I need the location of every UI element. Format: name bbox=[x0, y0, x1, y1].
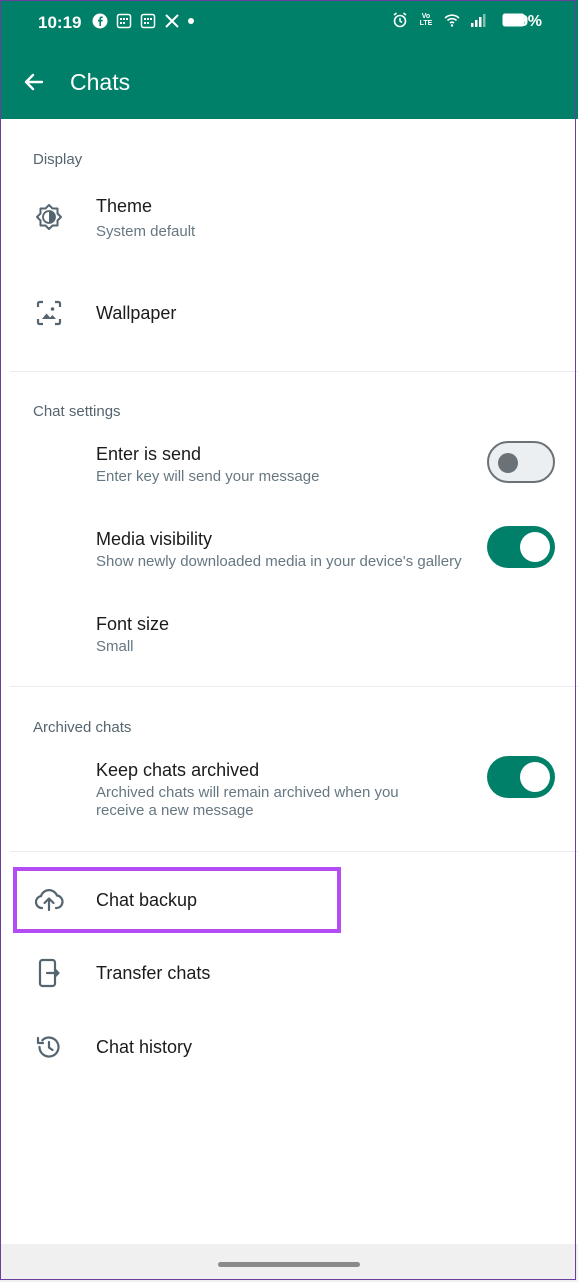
facebook-icon bbox=[92, 13, 108, 29]
x-logo-icon bbox=[165, 14, 179, 28]
battery-percent: 98% bbox=[510, 13, 543, 30]
wallpaper-icon bbox=[34, 298, 64, 328]
back-button[interactable] bbox=[18, 66, 50, 98]
home-indicator[interactable] bbox=[218, 1262, 360, 1267]
setting-font-size[interactable]: Font size Small bbox=[0, 602, 578, 666]
calendar-icon bbox=[140, 13, 156, 29]
setting-transfer-chats[interactable]: Transfer chats bbox=[0, 945, 578, 1001]
setting-chat-history[interactable]: Chat history bbox=[0, 1019, 578, 1075]
setting-subtitle: Show newly downloaded media in your devi… bbox=[96, 553, 462, 570]
enter-is-send-toggle[interactable] bbox=[487, 441, 555, 483]
setting-theme[interactable]: Theme System default bbox=[0, 185, 578, 255]
setting-title: Transfer chats bbox=[96, 963, 211, 983]
setting-enter-is-send[interactable]: Enter is send Enter key will send your m… bbox=[0, 432, 578, 496]
setting-title: Font size bbox=[96, 614, 170, 634]
status-bar: 10:19 Vo LTE 98% bbox=[0, 0, 578, 46]
page-title: Chats bbox=[70, 69, 131, 95]
setting-subtitle: System default bbox=[96, 223, 196, 240]
transfer-phone-icon bbox=[34, 958, 64, 988]
setting-wallpaper[interactable]: Wallpaper bbox=[0, 280, 578, 346]
setting-title: Theme bbox=[96, 196, 153, 216]
highlight-box bbox=[13, 867, 341, 933]
section-label-chat-settings: Chat settings bbox=[33, 403, 121, 420]
dot-icon bbox=[188, 18, 194, 24]
toggle-knob bbox=[520, 532, 550, 562]
setting-subtitle-line2: receive a new message bbox=[96, 802, 254, 819]
section-divider bbox=[10, 371, 578, 372]
setting-subtitle: Enter key will send your message bbox=[96, 468, 320, 485]
history-icon bbox=[34, 1032, 64, 1062]
toggle-knob bbox=[498, 453, 518, 473]
wifi-icon bbox=[444, 14, 460, 27]
media-visibility-toggle[interactable] bbox=[487, 526, 555, 568]
setting-title: Enter is send bbox=[96, 444, 202, 464]
alarm-icon bbox=[393, 12, 407, 28]
setting-title: Keep chats archived bbox=[96, 760, 260, 780]
volte-badge: Vo LTE bbox=[419, 13, 433, 27]
section-label-display: Display bbox=[33, 151, 83, 168]
setting-media-visibility[interactable]: Media visibility Show newly downloaded m… bbox=[0, 517, 578, 581]
section-divider bbox=[10, 686, 578, 687]
setting-subtitle-line1: Archived chats will remain archived when… bbox=[96, 784, 399, 801]
status-time: 10:19 bbox=[38, 13, 82, 32]
app-bar: 10:19 Vo LTE 98% Chats bbox=[0, 0, 578, 119]
toggle-knob bbox=[520, 762, 550, 792]
setting-title: Wallpaper bbox=[96, 303, 177, 323]
setting-title: Media visibility bbox=[96, 529, 213, 549]
notification-icons bbox=[92, 13, 194, 29]
signal-icon bbox=[471, 14, 486, 27]
section-divider bbox=[10, 851, 578, 852]
theme-icon bbox=[34, 202, 64, 232]
section-label-archived-chats: Archived chats bbox=[33, 719, 132, 736]
calendar-icon bbox=[116, 13, 132, 29]
system-icons: Vo LTE bbox=[392, 12, 528, 28]
setting-keep-chats-archived[interactable]: Keep chats archived Archived chats will … bbox=[0, 748, 578, 828]
arrow-left-icon bbox=[24, 73, 44, 91]
setting-subtitle: Small bbox=[96, 638, 134, 655]
gesture-nav-bar bbox=[0, 1244, 578, 1282]
keep-chats-archived-toggle[interactable] bbox=[487, 756, 555, 798]
setting-title: Chat history bbox=[96, 1037, 193, 1057]
